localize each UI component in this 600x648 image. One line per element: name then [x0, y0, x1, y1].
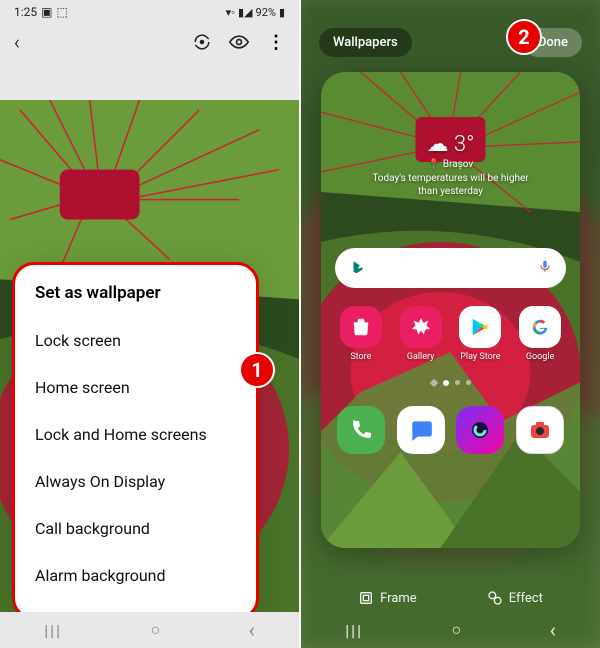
nav-recent-icon[interactable]: ||| [44, 621, 62, 640]
effect-button[interactable]: Effect [487, 590, 543, 606]
nav-home-icon[interactable]: ○ [151, 620, 161, 640]
effect-label: Effect [509, 591, 543, 606]
app-label: Gallery [407, 352, 435, 362]
wallpapers-button[interactable]: Wallpapers [319, 28, 412, 57]
app-gallery[interactable]: Gallery [394, 306, 448, 362]
apps-row-1: Store Gallery Play Store Google [321, 306, 580, 362]
app-label: Google [526, 352, 554, 362]
app-phone[interactable] [334, 406, 388, 454]
battery-pct: 92% [256, 6, 276, 19]
page-dots [431, 380, 471, 386]
menu-item-call-bg[interactable]: Call background [35, 505, 236, 552]
app-play-store[interactable]: Play Store [453, 306, 507, 362]
status-time: 1:25 [14, 5, 37, 19]
app-label: Play Store [460, 352, 500, 362]
set-wallpaper-menu: Set as wallpaper Lock screen Home screen… [12, 262, 259, 620]
top-controls: Wallpapers Done [301, 28, 600, 57]
cloud-icon: ☁ [427, 132, 449, 157]
status-bar: 1:25 ▣ ⬚ ▾◦ ▮◢ 92% ▮ [0, 0, 299, 22]
step-badge-2: 2 [506, 19, 542, 55]
app-label: Store [350, 352, 371, 362]
eye-icon[interactable] [229, 32, 249, 52]
menu-item-lock-and-home[interactable]: Lock and Home screens [35, 411, 236, 458]
menu-item-lock-screen[interactable]: Lock screen [35, 317, 236, 364]
nav-back-icon[interactable]: ‹ [249, 618, 255, 642]
dot [466, 380, 471, 385]
frame-label: Frame [380, 591, 417, 606]
nav-bar: ||| ○ ‹ [0, 612, 299, 648]
menu-item-alarm-bg[interactable]: Alarm background [35, 552, 236, 599]
screenshot-left: 1:25 ▣ ⬚ ▾◦ ▮◢ 92% ▮ ‹ ⋮ [0, 0, 299, 648]
status-icon: ⬚ [56, 5, 67, 19]
more-icon[interactable]: ⋮ [267, 32, 285, 53]
nav-recent-icon[interactable]: ||| [345, 621, 363, 640]
app-browser[interactable] [453, 406, 507, 454]
battery-icon: ▮ [279, 6, 285, 19]
apps-dock [321, 406, 580, 454]
status-icon: ▣ [41, 5, 52, 19]
menu-item-home-screen[interactable]: Home screen [35, 364, 236, 411]
dot [429, 379, 437, 387]
dot [455, 380, 460, 385]
frame-button[interactable]: Frame [358, 590, 417, 606]
nav-back-icon[interactable]: ‹ [550, 618, 556, 642]
toolbar: ‹ ⋮ [0, 22, 299, 62]
step-badge-1: 1 [239, 352, 275, 388]
nav-home-icon[interactable]: ○ [452, 620, 462, 640]
menu-item-aod[interactable]: Always On Display [35, 458, 236, 505]
back-icon[interactable]: ‹ [14, 30, 20, 54]
search-bar[interactable] [335, 248, 566, 288]
effect-icon [487, 590, 503, 606]
weather-temp: 3° [454, 132, 475, 157]
transform-icon[interactable] [193, 33, 211, 51]
wifi-icon: ▾◦ [226, 6, 235, 19]
app-camera[interactable] [513, 406, 567, 454]
bottom-controls: Frame Effect [301, 590, 600, 606]
screenshot-right: Wallpapers Done 2 [301, 0, 600, 648]
menu-title: Set as wallpaper [35, 283, 236, 303]
app-messages[interactable] [394, 406, 448, 454]
weather-text: Today's temperatures will be higher than… [371, 172, 531, 198]
weather-widget[interactable]: ☁ 3° 📍 Brașov Today's temperatures will … [371, 132, 531, 198]
nav-bar: ||| ○ ‹ [301, 612, 600, 648]
signal-icon: ▮◢ [238, 6, 253, 19]
app-google[interactable]: Google [513, 306, 567, 362]
frame-icon [358, 590, 374, 606]
wallpaper-preview[interactable]: ☁ 3° 📍 Brașov Today's temperatures will … [321, 72, 580, 548]
mic-icon[interactable] [538, 259, 552, 277]
bing-icon [349, 259, 367, 277]
weather-location: Brașov [443, 159, 474, 170]
app-store[interactable]: Store [334, 306, 388, 362]
pin-icon: 📍 [428, 159, 440, 170]
dot-active [443, 380, 449, 386]
